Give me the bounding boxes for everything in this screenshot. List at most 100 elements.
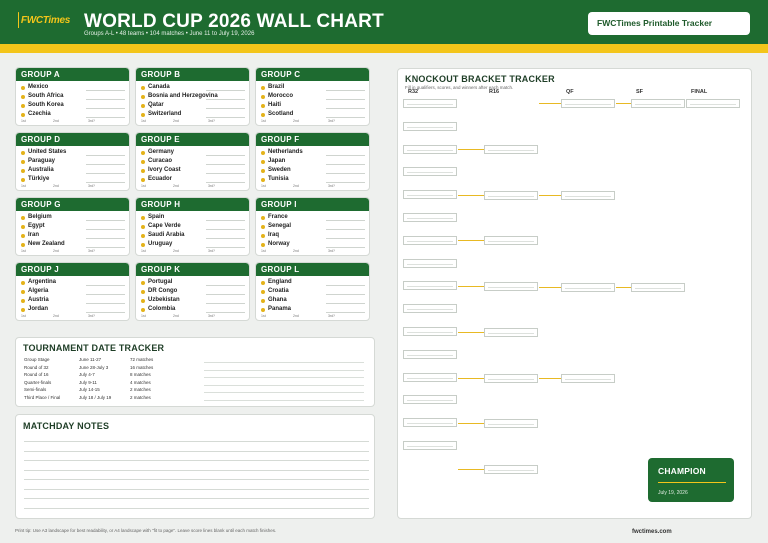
team-points-line[interactable] xyxy=(86,220,125,221)
team-points-line[interactable] xyxy=(326,108,365,109)
bracket-slot[interactable] xyxy=(484,464,538,474)
bracket-slot[interactable] xyxy=(403,349,457,359)
note-write-line[interactable] xyxy=(24,441,369,442)
team-points-line[interactable] xyxy=(326,220,365,221)
bracket-slot[interactable] xyxy=(403,99,457,108)
team-points-line[interactable] xyxy=(86,173,125,174)
team-points-line[interactable] xyxy=(206,164,245,165)
team-points-line[interactable] xyxy=(206,220,245,221)
team-points-line[interactable] xyxy=(86,155,125,156)
bracket-slot[interactable] xyxy=(403,304,457,314)
bracket-slot[interactable] xyxy=(561,374,615,383)
note-write-line[interactable] xyxy=(24,479,369,480)
note-write-line[interactable] xyxy=(24,488,369,490)
bracket-slot[interactable] xyxy=(686,99,740,108)
bracket-connector xyxy=(539,195,561,196)
team-points-line[interactable] xyxy=(206,229,245,230)
team-points-line[interactable] xyxy=(206,238,245,239)
team-points-line[interactable] xyxy=(206,155,245,156)
bracket-slot[interactable] xyxy=(403,121,457,131)
bracket-slot[interactable] xyxy=(484,373,538,383)
team-points-line[interactable] xyxy=(206,182,245,183)
bracket-slot[interactable] xyxy=(484,145,538,154)
bracket-slot[interactable] xyxy=(403,190,457,200)
note-write-line[interactable] xyxy=(24,460,369,461)
placement-label: 2nd xyxy=(53,184,59,188)
team-points-line[interactable] xyxy=(86,164,125,165)
date-tracker-stage: Third Place / Final xyxy=(24,394,61,400)
team-points-line[interactable] xyxy=(206,173,245,174)
team-row: Curacao xyxy=(136,157,249,166)
team-points-line[interactable] xyxy=(326,155,365,156)
team-points-line[interactable] xyxy=(326,238,365,239)
note-write-line[interactable] xyxy=(24,469,369,471)
bracket-slot[interactable] xyxy=(403,418,457,428)
bracket-slot[interactable] xyxy=(403,235,457,245)
team-points-line[interactable] xyxy=(326,285,365,286)
bracket-slot[interactable] xyxy=(484,327,538,337)
team-points-line[interactable] xyxy=(326,182,365,183)
team-points-line[interactable] xyxy=(86,294,125,295)
team-points-line[interactable] xyxy=(206,312,245,313)
team-row: Qatar xyxy=(136,101,249,110)
team-points-line[interactable] xyxy=(326,164,365,165)
bracket-slot[interactable] xyxy=(631,283,685,292)
team-points-line[interactable] xyxy=(86,303,125,304)
note-write-line[interactable] xyxy=(24,498,369,499)
note-write-line[interactable] xyxy=(24,507,369,509)
team-points-line[interactable] xyxy=(326,117,365,118)
team-points-line[interactable] xyxy=(206,117,245,118)
date-tracker-write-line[interactable] xyxy=(204,384,364,386)
date-tracker-write-line[interactable] xyxy=(204,377,364,378)
note-write-line[interactable] xyxy=(24,450,369,452)
bracket-slot[interactable] xyxy=(403,144,457,154)
bracket-slot[interactable] xyxy=(484,282,538,292)
team-points-line[interactable] xyxy=(86,247,125,248)
bracket-slot[interactable] xyxy=(403,258,457,268)
bracket-slot[interactable] xyxy=(561,283,615,292)
team-points-line[interactable] xyxy=(86,182,125,183)
team-points-line[interactable] xyxy=(326,99,365,100)
date-tracker-write-line[interactable] xyxy=(204,399,364,401)
team-points-line[interactable] xyxy=(206,285,245,286)
bracket-slot[interactable] xyxy=(484,419,538,429)
team-points-line[interactable] xyxy=(326,312,365,313)
bracket-slot[interactable] xyxy=(403,213,457,222)
bracket-slot[interactable] xyxy=(403,327,457,336)
date-tracker-write-line[interactable] xyxy=(204,362,364,363)
team-points-line[interactable] xyxy=(206,90,245,91)
team-points-line[interactable] xyxy=(326,90,365,91)
team-points-line[interactable] xyxy=(206,99,245,100)
date-tracker-write-line[interactable] xyxy=(204,369,364,371)
team-points-line[interactable] xyxy=(206,294,245,295)
team-points-line[interactable] xyxy=(326,229,365,230)
team-points-line[interactable] xyxy=(86,312,125,313)
bracket-slot[interactable] xyxy=(484,236,538,246)
team-points-line[interactable] xyxy=(86,108,125,109)
team-points-line[interactable] xyxy=(86,90,125,91)
team-points-line[interactable] xyxy=(206,303,245,304)
bracket-slot[interactable] xyxy=(403,441,457,450)
bracket-slot[interactable] xyxy=(631,99,685,108)
team-points-line[interactable] xyxy=(326,173,365,174)
date-tracker-write-line[interactable] xyxy=(204,392,364,393)
bracket-slot[interactable] xyxy=(484,190,538,200)
team-points-line[interactable] xyxy=(86,229,125,230)
bracket-slot[interactable] xyxy=(403,281,457,291)
team-name: DR Congo xyxy=(148,288,178,294)
team-points-line[interactable] xyxy=(86,117,125,118)
team-points-line[interactable] xyxy=(206,247,245,248)
team-points-line[interactable] xyxy=(326,303,365,304)
bracket-slot[interactable] xyxy=(561,99,615,108)
bracket-slot[interactable] xyxy=(403,395,457,405)
team-points-line[interactable] xyxy=(86,238,125,239)
team-points-line[interactable] xyxy=(86,99,125,100)
champion-write-line[interactable] xyxy=(658,482,726,483)
bracket-slot[interactable] xyxy=(403,167,457,177)
team-points-line[interactable] xyxy=(326,294,365,295)
bracket-slot[interactable] xyxy=(403,372,457,382)
bracket-slot[interactable] xyxy=(561,191,615,200)
team-points-line[interactable] xyxy=(326,247,365,248)
team-points-line[interactable] xyxy=(206,108,245,109)
team-points-line[interactable] xyxy=(86,285,125,286)
